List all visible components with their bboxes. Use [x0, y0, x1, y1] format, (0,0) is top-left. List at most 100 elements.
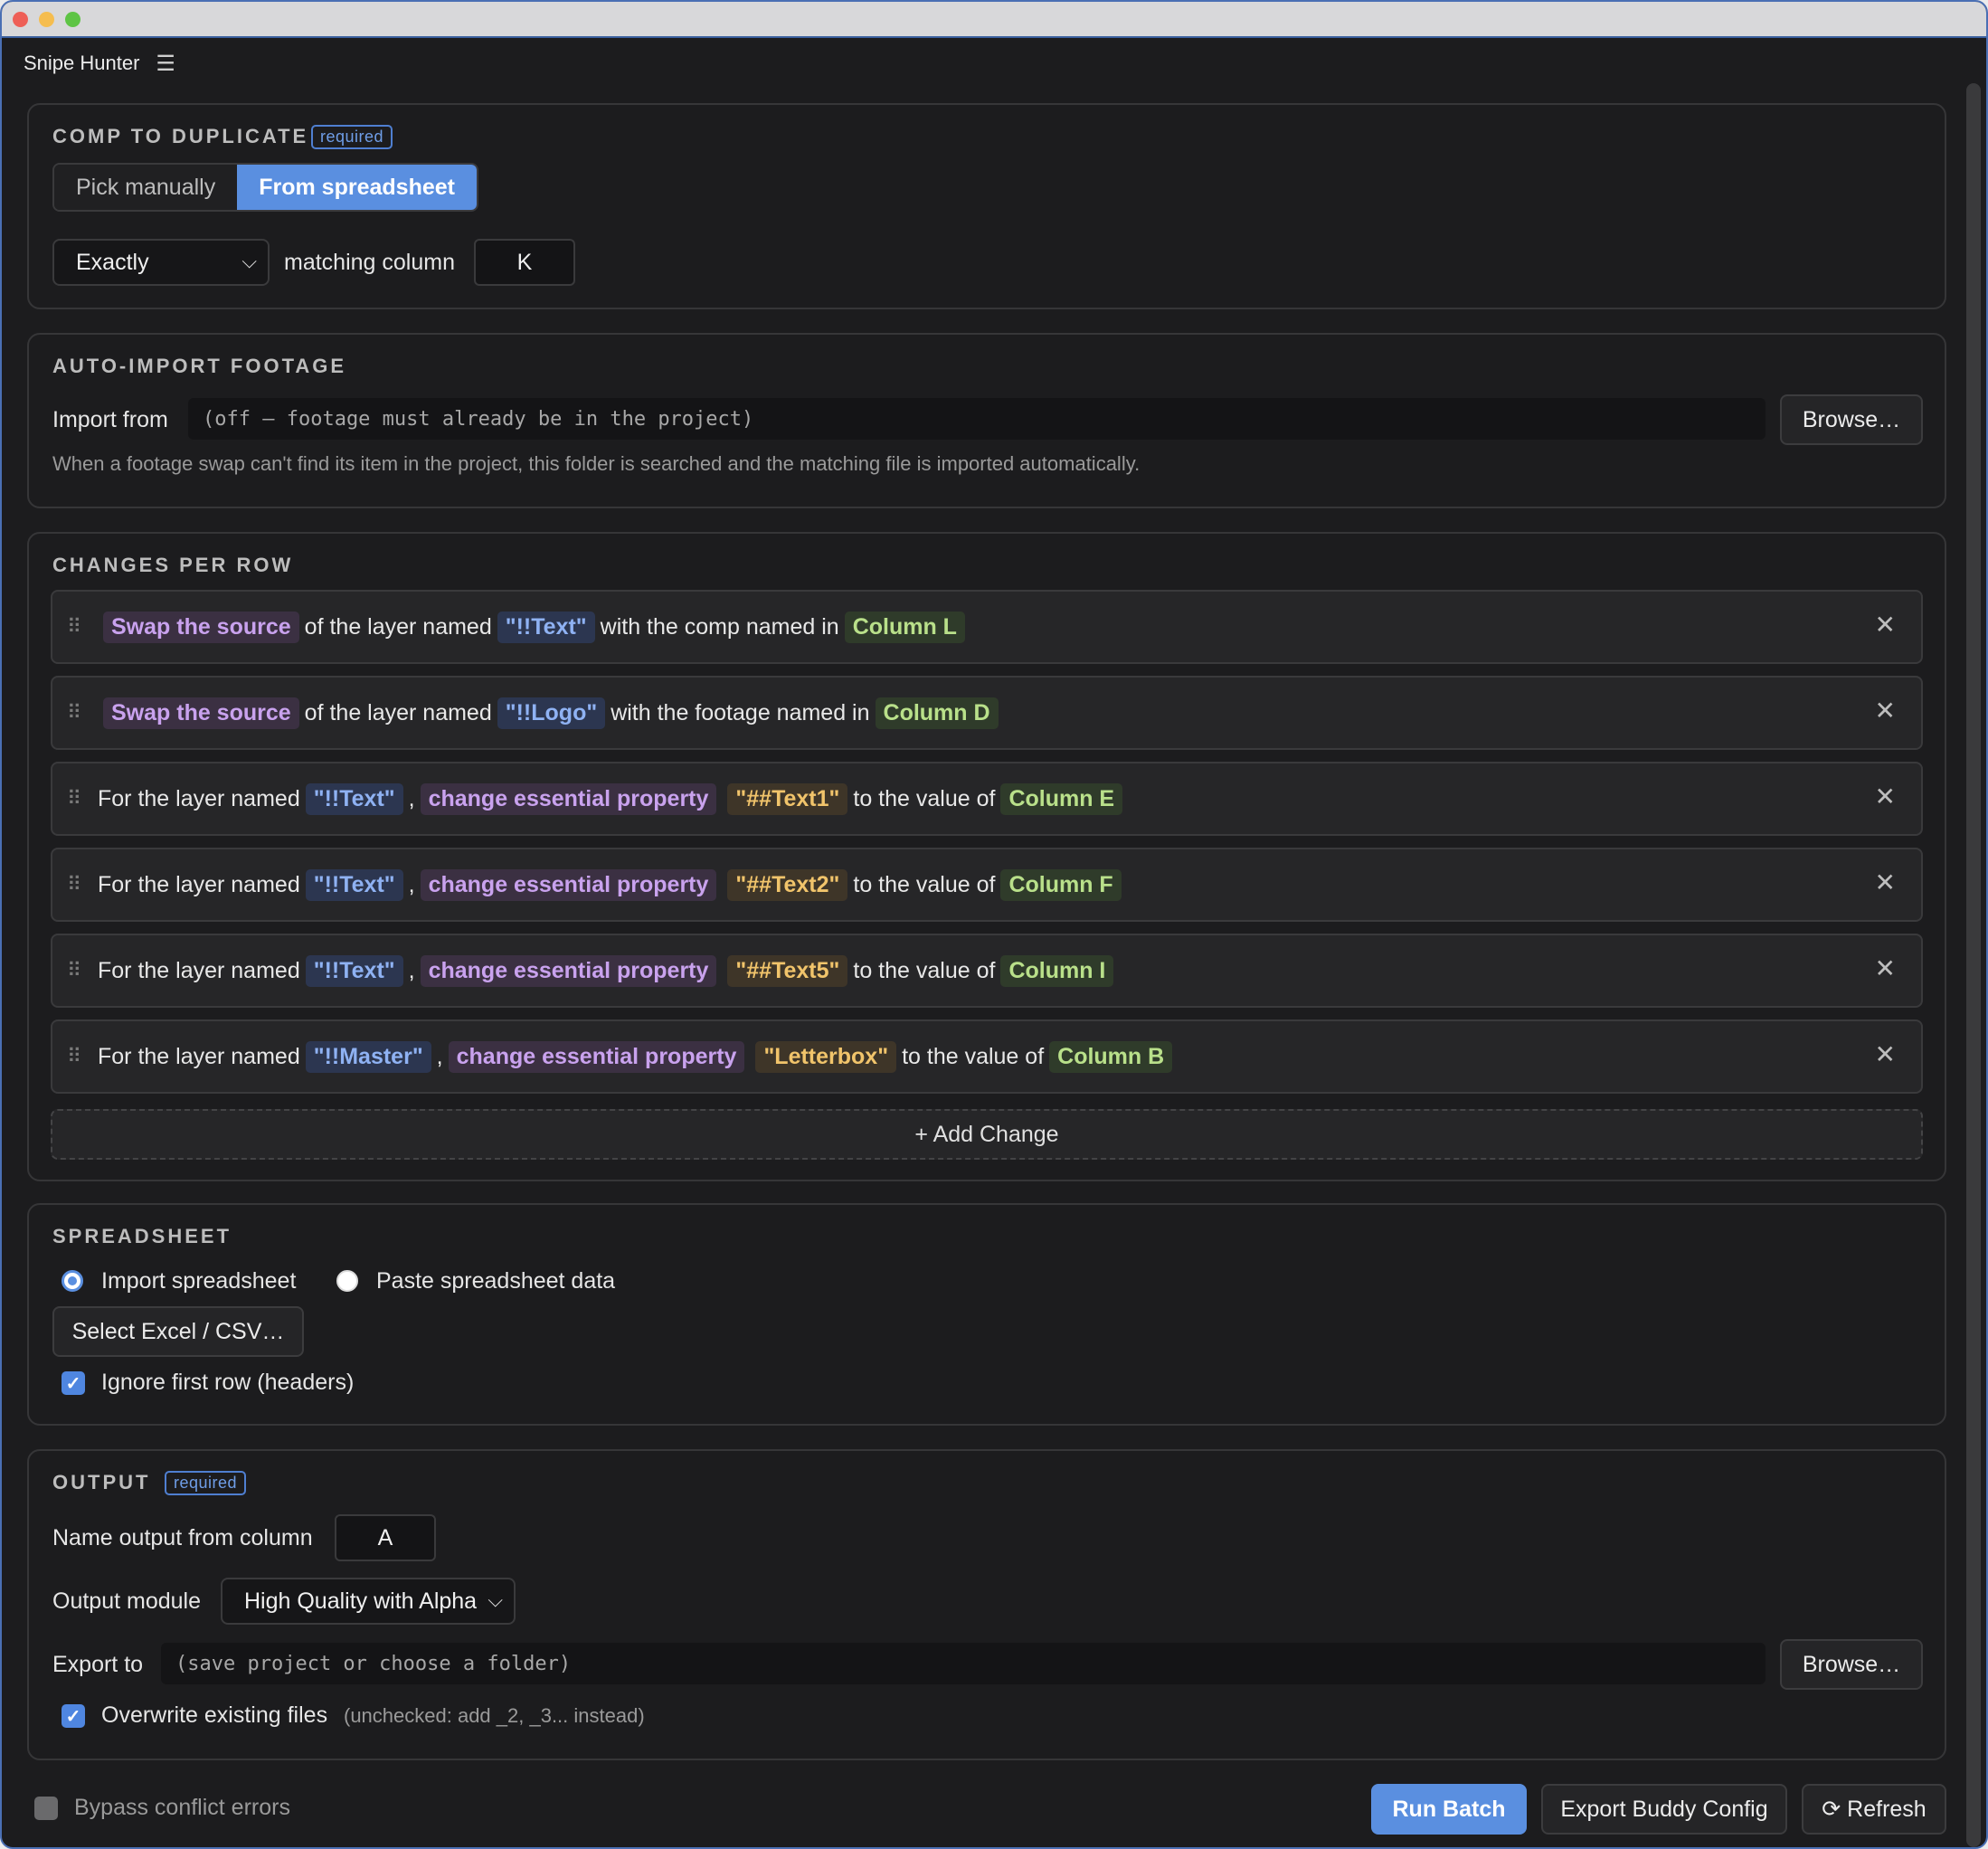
- output-module-value: High Quality with Alpha: [244, 1588, 478, 1614]
- action-chip[interactable]: change essential property: [448, 1040, 745, 1073]
- overwrite-hint: (unchecked: add _2, _3... instead): [344, 1704, 645, 1727]
- drag-handle-icon[interactable]: ⠿: [67, 787, 98, 811]
- column-chip[interactable]: Column B: [1049, 1040, 1173, 1073]
- match-mode-value: Exactly: [76, 249, 149, 275]
- radio-paste-spreadsheet[interactable]: [336, 1270, 358, 1292]
- column-chip[interactable]: Column I: [1000, 954, 1114, 987]
- change-row[interactable]: ⠿ For the layer named "!!Text" , change …: [51, 934, 1923, 1008]
- drag-handle-icon[interactable]: ⠿: [67, 1045, 98, 1068]
- radio-import-label[interactable]: Import spreadsheet: [101, 1268, 296, 1294]
- output-module-label: Output module: [52, 1588, 201, 1614]
- footage-hint: When a footage swap can't find its item …: [52, 452, 1141, 475]
- drag-handle-icon[interactable]: ⠿: [67, 615, 98, 639]
- match-mode-select[interactable]: Exactly ⌵: [52, 239, 270, 286]
- drag-handle-icon[interactable]: ⠿: [67, 873, 98, 896]
- matching-column-label: matching column: [284, 250, 455, 275]
- output-module-select[interactable]: High Quality with Alpha ⌵: [221, 1578, 516, 1625]
- export-to-label: Export to: [52, 1652, 144, 1677]
- drag-handle-icon[interactable]: ⠿: [67, 701, 98, 725]
- layer-chip[interactable]: "!!Text": [305, 954, 403, 987]
- row-text: of the layer named: [304, 699, 492, 725]
- property-chip[interactable]: "##Text5": [727, 954, 848, 987]
- action-chip[interactable]: change essential property: [420, 954, 717, 987]
- comp-section: COMP TO DUPLICATE required Pick manually…: [27, 103, 1946, 309]
- close-icon[interactable]: ✕: [1875, 1039, 1896, 1069]
- comp-source-toggle: Pick manually From spreadsheet: [52, 163, 478, 212]
- output-section: OUTPUT required Name output from column …: [27, 1449, 1946, 1760]
- row-text: to the value of: [902, 1043, 1045, 1069]
- chevron-down-icon: ⌵: [241, 250, 257, 272]
- name-output-label: Name output from column: [52, 1525, 313, 1550]
- change-row[interactable]: ⠿ For the layer named "!!Text" , change …: [51, 848, 1923, 922]
- minimize-window-button[interactable]: [39, 11, 54, 27]
- action-chip[interactable]: change essential property: [420, 782, 717, 815]
- radio-import-spreadsheet[interactable]: [62, 1270, 83, 1292]
- output-browse-button[interactable]: Browse…: [1780, 1639, 1923, 1690]
- column-chip[interactable]: Column F: [1000, 868, 1122, 901]
- change-row[interactable]: ⠿ For the layer named "!!Master" , chang…: [51, 1019, 1923, 1094]
- changes-section: CHANGES PER ROW ⠿ Swap the source of the…: [27, 532, 1946, 1181]
- radio-paste-label[interactable]: Paste spreadsheet data: [376, 1268, 615, 1294]
- panel-header: Snipe Hunter ☰: [2, 36, 1986, 89]
- add-change-button[interactable]: + Add Change: [51, 1109, 1923, 1160]
- required-badge: required: [311, 125, 393, 149]
- ignore-first-row-label[interactable]: Ignore first row (headers): [101, 1370, 354, 1396]
- action-chip[interactable]: Swap the source: [103, 611, 299, 643]
- property-chip[interactable]: "Letterbox": [755, 1040, 897, 1073]
- import-from-field[interactable]: (off — footage must already be in the pr…: [188, 398, 1766, 440]
- comp-section-title: COMP TO DUPLICATE: [52, 125, 309, 147]
- layer-chip[interactable]: "!!Master": [305, 1040, 431, 1073]
- select-excel-button[interactable]: Select Excel / CSV…: [52, 1306, 304, 1357]
- overwrite-label[interactable]: Overwrite existing files: [101, 1702, 327, 1729]
- row-text: to the value of: [853, 785, 996, 811]
- chevron-down-icon: ⌵: [488, 1588, 503, 1611]
- import-from-label: Import from: [52, 407, 168, 432]
- close-icon[interactable]: ✕: [1875, 696, 1896, 725]
- app-window: Snipe Hunter ☰ COMP TO DUPLICATE require…: [0, 0, 1988, 1849]
- close-icon[interactable]: ✕: [1875, 782, 1896, 811]
- row-text: to the value of: [853, 957, 996, 983]
- change-row[interactable]: ⠿ Swap the source of the layer named "!!…: [51, 676, 1923, 750]
- close-window-button[interactable]: [13, 11, 28, 27]
- column-chip[interactable]: Column D: [875, 697, 999, 729]
- close-icon[interactable]: ✕: [1875, 868, 1896, 897]
- change-row[interactable]: ⠿ For the layer named "!!Text" , change …: [51, 762, 1923, 836]
- run-batch-button[interactable]: Run Batch: [1371, 1784, 1527, 1835]
- name-output-column-input[interactable]: A: [335, 1514, 436, 1561]
- tab-pick-manually[interactable]: Pick manually: [54, 165, 238, 210]
- row-comma: ,: [436, 1043, 443, 1069]
- action-chip[interactable]: Swap the source: [103, 697, 299, 729]
- export-to-field[interactable]: (save project or choose a folder): [161, 1643, 1766, 1684]
- row-text: with the comp named in: [600, 613, 839, 640]
- zoom-window-button[interactable]: [65, 11, 80, 27]
- export-buddy-config-button[interactable]: Export Buddy Config: [1541, 1784, 1787, 1835]
- matching-column-input[interactable]: K: [474, 239, 575, 286]
- layer-chip[interactable]: "!!Text": [305, 782, 403, 815]
- row-text: with the footage named in: [611, 699, 870, 725]
- property-chip[interactable]: "##Text1": [727, 782, 848, 815]
- column-chip[interactable]: Column L: [844, 611, 965, 643]
- bypass-conflict-checkbox[interactable]: [34, 1797, 58, 1820]
- layer-chip[interactable]: "!!Text": [497, 611, 595, 643]
- overwrite-checkbox[interactable]: ✓: [62, 1704, 85, 1728]
- row-comma: ,: [408, 957, 415, 983]
- tab-from-spreadsheet[interactable]: From spreadsheet: [237, 165, 477, 210]
- layer-chip[interactable]: "!!Text": [305, 868, 403, 901]
- changes-section-title: CHANGES PER ROW: [52, 554, 294, 576]
- footage-browse-button[interactable]: Browse…: [1780, 394, 1923, 445]
- property-chip[interactable]: "##Text2": [727, 868, 848, 901]
- ignore-first-row-checkbox[interactable]: ✓: [62, 1371, 85, 1395]
- action-chip[interactable]: change essential property: [420, 868, 717, 901]
- refresh-button[interactable]: ⟳ Refresh: [1802, 1784, 1946, 1835]
- bypass-conflict-label[interactable]: Bypass conflict errors: [74, 1795, 290, 1821]
- scrollbar[interactable]: [1966, 83, 1981, 1847]
- drag-handle-icon[interactable]: ⠿: [67, 959, 98, 982]
- title-bar: [2, 2, 1986, 36]
- hamburger-icon[interactable]: ☰: [156, 51, 175, 77]
- row-text: of the layer named: [304, 613, 492, 640]
- layer-chip[interactable]: "!!Logo": [497, 697, 606, 729]
- close-icon[interactable]: ✕: [1875, 953, 1896, 983]
- change-row[interactable]: ⠿ Swap the source of the layer named "!!…: [51, 590, 1923, 664]
- close-icon[interactable]: ✕: [1875, 610, 1896, 640]
- column-chip[interactable]: Column E: [1000, 782, 1123, 815]
